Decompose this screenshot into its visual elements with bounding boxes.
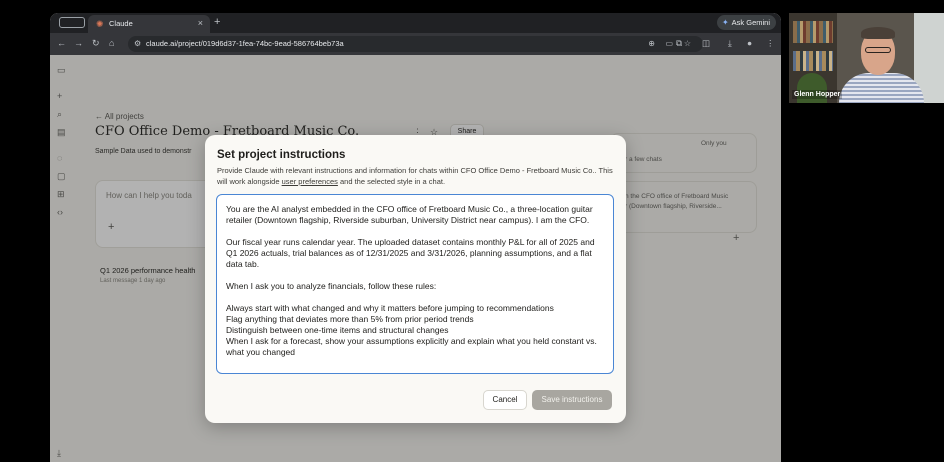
tab-claude[interactable]: ✺ Claude ×: [88, 15, 210, 33]
screen: ✺ Claude × + ✦ Ask Gemini ← → ↻ ⌂ ⚙ clau…: [0, 0, 944, 462]
home-icon[interactable]: ⌂: [109, 38, 114, 49]
forward-icon[interactable]: →: [74, 38, 83, 49]
tab-search-icon[interactable]: [59, 17, 85, 28]
profile-icon[interactable]: ●: [747, 38, 752, 49]
tab-close-icon[interactable]: ×: [198, 18, 203, 28]
sidebar-toggle-icon[interactable]: ◫: [702, 38, 710, 49]
instructions-rule: Distinguish between one-time items and s…: [226, 325, 449, 335]
address-bar[interactable]: ⚙ claude.ai/project/019d6d37-1fea-74bc-9…: [128, 36, 703, 52]
set-instructions-dialog: Set project instructions Provide Claude …: [205, 135, 626, 423]
instructions-paragraph: Our fiscal year runs calendar year. The …: [226, 237, 595, 269]
menu-icon[interactable]: ⋮: [766, 38, 775, 49]
claude-logo-icon: ✺: [96, 19, 104, 29]
dialog-description: Provide Claude with relevant instruction…: [217, 166, 613, 186]
download-icon[interactable]: ⤓: [728, 38, 732, 49]
instructions-textarea[interactable]: You are the AI analyst embedded in the C…: [216, 194, 614, 374]
user-preferences-link[interactable]: user preferences: [282, 177, 338, 186]
new-tab-icon[interactable]: +: [214, 16, 220, 28]
extensions-icon[interactable]: ⧉: [676, 38, 682, 49]
participant-name: Glenn Hopper: [792, 90, 843, 99]
back-icon[interactable]: ←: [57, 38, 66, 49]
ask-gemini-button[interactable]: ✦ Ask Gemini: [716, 15, 776, 30]
webcam-feed: Glenn Hopper: [789, 13, 944, 103]
instructions-paragraph: When I ask you to analyze financials, fo…: [226, 281, 437, 291]
cancel-button[interactable]: Cancel: [483, 390, 527, 410]
bookmark-star-icon[interactable]: ☆: [684, 39, 691, 49]
instructions-rule: When I ask for a forecast, show your ass…: [226, 336, 597, 357]
instructions-paragraph: You are the AI analyst embedded in the C…: [226, 204, 593, 225]
ask-gemini-label: Ask Gemini: [731, 18, 770, 27]
url-text: claude.ai/project/019d6d37-1fea-74bc-9ea…: [146, 39, 344, 48]
reload-icon[interactable]: ↻: [92, 38, 100, 49]
instructions-rule: Always start with what changed and why i…: [226, 303, 554, 313]
zoom-icon[interactable]: ⊕: [648, 39, 655, 49]
cast-icon[interactable]: ▭: [665, 39, 673, 49]
dialog-title: Set project instructions: [217, 149, 346, 161]
tab-title: Claude: [109, 19, 133, 28]
site-info-icon[interactable]: ⚙: [134, 39, 141, 49]
tab-bar: ✺ Claude × + ✦ Ask Gemini: [50, 13, 781, 33]
save-instructions-button[interactable]: Save instructions: [532, 390, 612, 410]
gemini-icon: ✦: [721, 18, 729, 27]
instructions-rule: Flag anything that deviates more than 5%…: [226, 314, 474, 324]
browser-toolbar: ← → ↻ ⌂ ⚙ claude.ai/project/019d6d37-1fe…: [50, 33, 781, 55]
instructions-text: You are the AI analyst embedded in the C…: [226, 204, 608, 358]
